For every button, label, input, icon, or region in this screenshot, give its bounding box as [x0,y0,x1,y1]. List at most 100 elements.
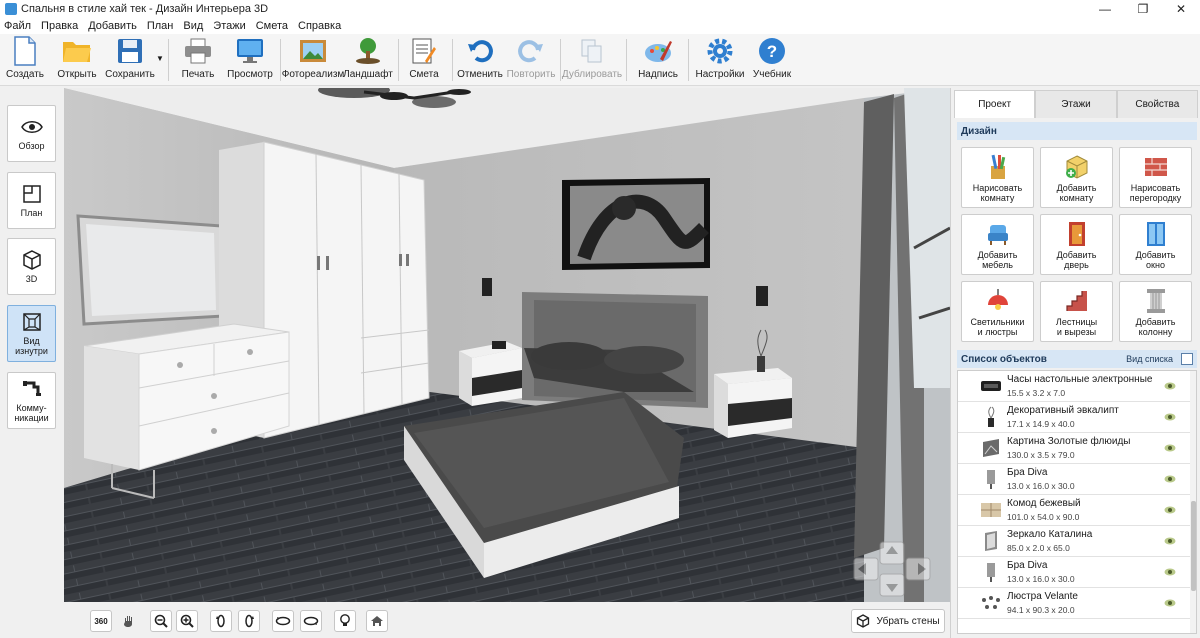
3d-view-button[interactable]: 3D [7,238,56,295]
draw-room-button[interactable]: Нарисовать комнату [961,147,1034,208]
window-title: Спальня в стиле хай тек - Дизайн Интерье… [21,3,269,15]
objects-list[interactable]: Часы настольные электронные 15.5 x 3.2 x… [957,370,1197,634]
open-button[interactable]: Открыть [56,36,98,84]
list-item[interactable]: Комод бежевый 101.0 x 54.0 x 90.0 [958,495,1196,526]
lighting-button[interactable] [334,610,356,632]
list-item[interactable]: Декоративный эвкалипт 17.1 x 14.9 x 40.0 [958,402,1196,433]
tab-project[interactable]: Проект [954,90,1036,118]
home-view-button[interactable] [366,610,388,632]
visibility-eye-icon[interactable] [1164,535,1176,547]
menu-plan[interactable]: План [147,20,174,32]
light-bulb-icon [340,614,350,626]
save-dropdown-arrow-icon[interactable]: ▼ [156,54,164,63]
plan-view-button[interactable]: План [7,172,56,229]
draw-partition-button[interactable]: Нарисовать перегородку [1119,147,1192,208]
add-window-button[interactable]: Добавить окно [1119,214,1192,275]
menu-edit[interactable]: Правка [41,20,78,32]
save-button[interactable]: Сохранить [104,36,156,84]
menu-floors[interactable]: Этажи [213,20,245,32]
column-icon [1143,288,1169,314]
bedroom-render [64,88,950,602]
tab-properties[interactable]: Свойства [1116,90,1198,118]
door-icon [1064,221,1090,247]
print-button[interactable]: Печать [178,36,218,84]
window-icon [1143,221,1169,247]
scrollbar-thumb[interactable] [1191,501,1196,591]
menu-view[interactable]: Вид [183,20,203,32]
tab-floors[interactable]: Этажи [1035,90,1117,118]
inside-view-button[interactable]: Вид изнутри [7,305,56,362]
visibility-eye-icon[interactable] [1164,442,1176,454]
photorealism-button[interactable]: Фотореализм [282,36,344,84]
visibility-eye-icon[interactable] [1164,411,1176,423]
visibility-eye-icon[interactable] [1164,380,1176,392]
visibility-eye-icon[interactable] [1164,473,1176,485]
floor-plan-icon [21,183,43,205]
list-view-link[interactable]: Вид списка [1126,354,1173,364]
rotate-360-icon: 360 [94,616,108,626]
list-item[interactable]: Бра Diva 13.0 x 16.0 x 30.0 [958,557,1196,588]
cube-walls-icon [857,614,870,628]
communications-button[interactable]: Комму- никации [7,372,56,429]
objects-list-scrollbar[interactable] [1190,371,1196,633]
remove-walls-button[interactable]: Убрать стены [851,609,945,633]
close-button[interactable]: ✕ [1162,0,1200,18]
landscape-button[interactable]: Ландшафт [343,36,393,84]
caption-button[interactable]: Надпись [636,36,680,84]
dresser-icon [980,499,1002,521]
3d-viewport[interactable] [64,88,950,602]
settings-button[interactable]: Настройки [695,36,745,84]
rotate-right-button[interactable] [238,610,260,632]
visibility-eye-icon[interactable] [1164,566,1176,578]
rotate-left-button[interactable] [210,610,232,632]
maximize-button[interactable]: ❐ [1124,0,1162,18]
tilt-down-button[interactable] [300,610,322,632]
add-door-button[interactable]: Добавить дверь [1040,214,1113,275]
menu-file[interactable]: Файл [4,20,31,32]
tutorial-button[interactable]: ? Учебник [750,36,794,84]
notepad-pencil-icon [409,36,439,66]
home-icon [371,616,383,626]
wall-sconce [482,278,492,296]
add-room-cube-icon [1064,154,1090,180]
hand-icon [124,616,132,627]
title-bar: Спальня в стиле хай тек - Дизайн Интерье… [0,0,1200,18]
overview-button[interactable]: Обзор [7,105,56,162]
visibility-eye-icon[interactable] [1164,597,1176,609]
list-item[interactable]: Зеркало Каталина 85.0 x 2.0 x 65.0 [958,526,1196,557]
printer-icon [183,36,213,66]
redo-button[interactable]: Повторить [506,36,556,84]
list-item[interactable]: Бра Diva 13.0 x 16.0 x 30.0 [958,464,1196,495]
pan-hand-button[interactable] [118,610,140,632]
gear-icon [705,36,735,66]
zoom-out-button[interactable] [150,610,172,632]
stairs-cutouts-button[interactable]: Лестницы и вырезы [1040,281,1113,342]
add-column-button[interactable]: Добавить колонну [1119,281,1192,342]
rotate-360-button[interactable]: 360 [90,610,112,632]
toolbar: Создать Открыть Сохранить ▼ Печать Просм… [0,34,1200,86]
app-icon [5,3,17,15]
undo-button[interactable]: Отменить [457,36,503,84]
rotate-right-icon [245,614,254,628]
menu-estimate[interactable]: Смета [256,20,288,32]
list-item[interactable]: Часы настольные электронные 15.5 x 3.2 x… [958,371,1196,402]
preview-button[interactable]: Просмотр [227,36,273,84]
estimate-button[interactable]: Смета [404,36,444,84]
minimize-button[interactable]: — [1086,0,1124,18]
add-room-button[interactable]: Добавить комнату [1040,147,1113,208]
duplicate-button[interactable]: Дублировать [562,36,622,84]
list-view-toggle-icon[interactable] [1181,353,1193,365]
lights-chandeliers-button[interactable]: Светильники и люстры [961,281,1034,342]
zoom-in-button[interactable] [176,610,198,632]
list-item[interactable]: Люстра Velante 94.1 x 90.3 x 20.0 [958,588,1196,619]
list-item[interactable]: Картина Золотые флюиды 130.0 x 3.5 x 79.… [958,433,1196,464]
menu-add[interactable]: Добавить [88,20,137,32]
tilt-up-button[interactable] [272,610,294,632]
rotate-left-icon [216,614,225,628]
add-furniture-button[interactable]: Добавить мебель [961,214,1034,275]
menu-help[interactable]: Справка [298,20,341,32]
toolbar-separator [452,39,453,81]
create-button[interactable]: Создать [4,36,46,84]
visibility-eye-icon[interactable] [1164,504,1176,516]
floppy-disk-icon [115,36,145,66]
